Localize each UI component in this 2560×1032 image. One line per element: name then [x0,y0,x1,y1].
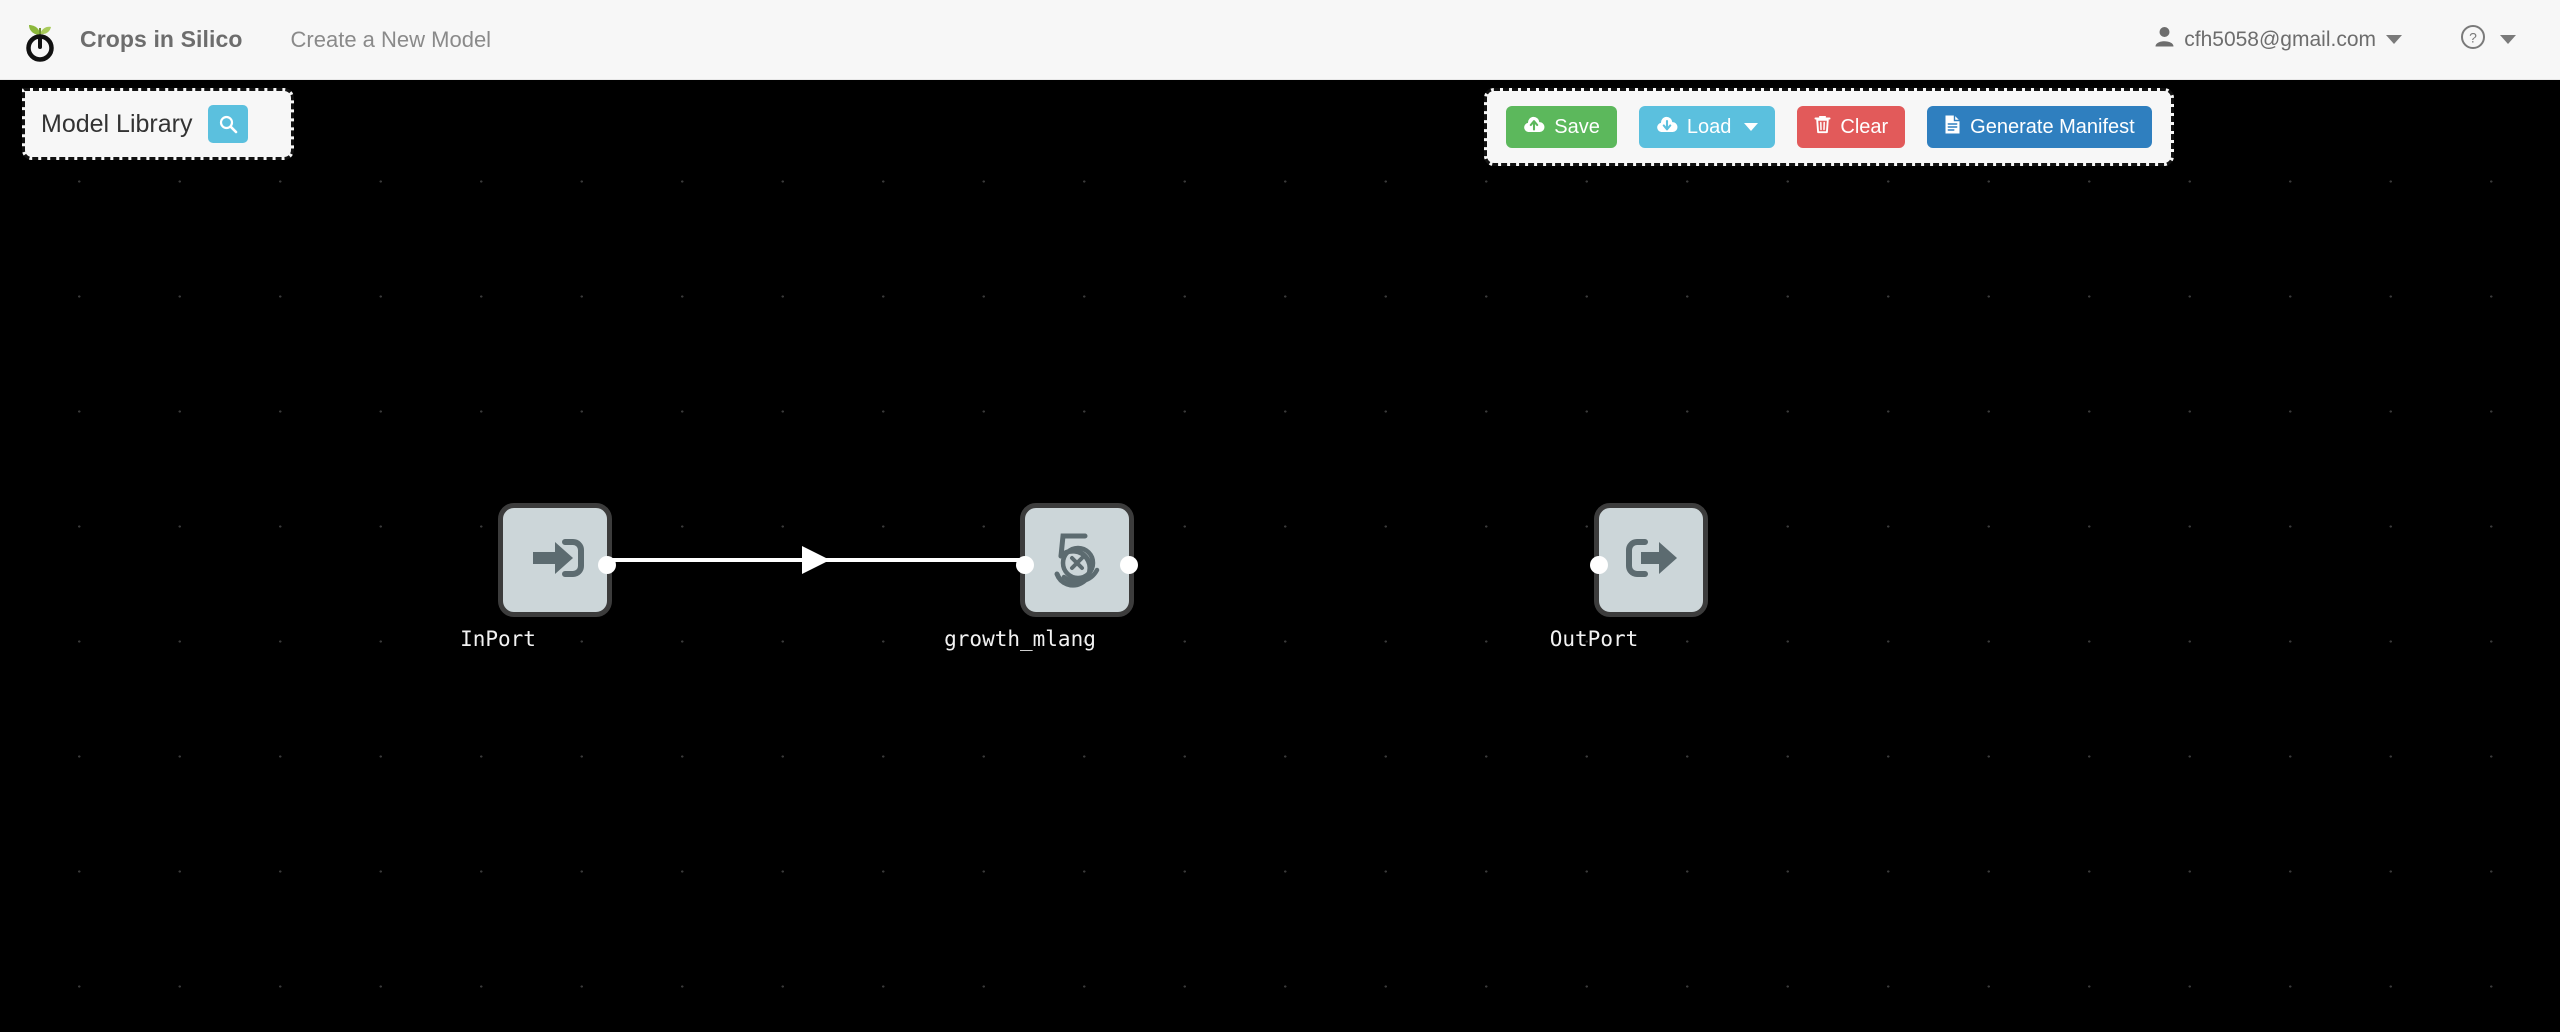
save-button[interactable]: Save [1506,106,1617,148]
user-icon [2155,26,2174,53]
generate-manifest-button[interactable]: Generate Manifest [1927,106,2152,148]
sign-in-icon [523,526,587,595]
brand-title: Crops in Silico [80,26,243,52]
app-header: Crops in Silico Create a New Model cfh50… [0,0,2560,80]
load-button[interactable]: Load [1638,106,1776,148]
node-label: InPort [460,627,536,651]
caret-down-icon [1744,123,1759,131]
node-output-port[interactable] [1120,556,1138,574]
graph-toolbar-panel: Save Load Clear Generate Manifest [1484,88,2174,166]
node-box[interactable] [1016,503,1138,617]
trash-icon [1814,115,1831,140]
model-library-title: Model Library [41,109,193,138]
search-icon [220,115,238,134]
model-library-panel[interactable]: Model Library [22,88,294,160]
clear-button[interactable]: Clear [1797,106,1906,148]
node-label: growth_mlang [944,627,1096,651]
cloud-upload-icon [1523,116,1545,139]
node-label: OutPort [1549,627,1639,651]
help-menu[interactable]: ? [2460,24,2516,55]
cloud-download-icon [1656,116,1678,139]
node-output-port[interactable] [598,556,616,574]
model-graph-canvas[interactable]: InPort growth_mlang OutPort [0,80,2560,1032]
node-box[interactable] [1590,503,1708,617]
app-root: Crops in Silico Create a New Model cfh50… [0,0,2560,1032]
nav-create-new-model[interactable]: Create a New Model [291,27,492,53]
node-box[interactable] [498,503,616,617]
sign-out-icon [1619,526,1683,595]
node-input-port[interactable] [1590,556,1608,574]
user-menu[interactable]: cfh5058@gmail.com [2155,26,2402,53]
document-icon [1944,114,1961,141]
node-layer: InPort growth_mlang OutPort [0,80,2560,1032]
question-circle-icon: ? [2460,24,2486,55]
sprout-power-logo-icon [18,18,62,62]
brand[interactable]: Crops in Silico [0,18,243,62]
save-button-label: Save [1554,115,1600,138]
five-swirl-icon [1041,522,1113,599]
chevron-down-icon [2386,35,2402,44]
generate-manifest-button-label: Generate Manifest [1970,115,2135,138]
chevron-down-icon [2500,35,2516,44]
header-right: cfh5058@gmail.com ? [2155,24,2560,55]
node-input-port[interactable] [1016,556,1034,574]
clear-button-label: Clear [1840,115,1889,138]
load-button-label: Load [1686,115,1732,138]
svg-text:?: ? [2469,30,2477,46]
user-email: cfh5058@gmail.com [2184,27,2376,51]
search-icon-button[interactable] [208,105,249,143]
